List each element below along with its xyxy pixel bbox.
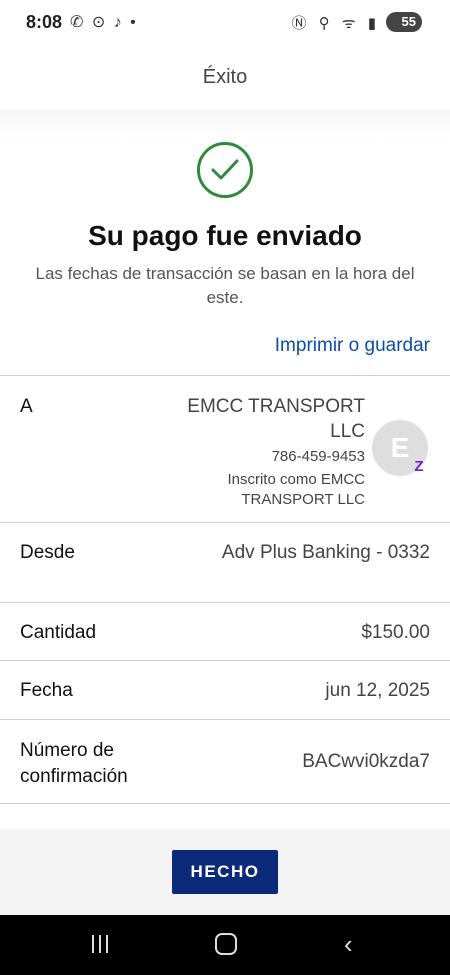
zelle-icon: Z [414,458,424,475]
status-bar: 8:08 ✆ ⊙ ♪ • Ⓝ ⚲ ᯤ ▮ 55 [0,0,450,44]
date-value: jun 12, 2025 [325,680,430,701]
success-headline: Su pago fue enviado [88,220,362,251]
payee-name: EMCC TRANSPORT LLC [187,396,365,442]
confirmation-number: BACwvi0kzda7 [302,751,430,772]
done-button[interactable]: HECHO [172,850,278,894]
page-title: Éxito [202,66,248,88]
amount-value: $150.00 [361,622,430,643]
divider [0,803,450,804]
print-or-save-link[interactable]: Imprimir o guardar [275,335,430,357]
divider [0,602,450,603]
home-icon[interactable] [215,933,237,955]
payee-enrolled-name: Inscrito como EMCC TRANSPORT LLC [227,471,365,508]
success-check-icon [197,142,253,198]
to-label: A [20,396,33,417]
from-label: Desde [20,542,75,563]
system-nav-bar: ‹ [0,915,450,975]
divider [0,660,450,661]
back-icon[interactable]: ‹ [344,929,353,960]
footer: HECHO [0,830,450,915]
recent-apps-icon[interactable] [90,935,110,953]
divider [0,719,450,720]
divider [0,522,450,523]
app-header: Éxito [0,44,450,110]
confirmation-label: Número de confirmación [20,740,128,787]
from-account-value: Adv Plus Banking - 0332 [221,542,430,563]
amount-label: Cantidad [20,622,97,643]
status-time: 8:08 [26,12,63,32]
confirmation-content: Su pago fue enviado Las fechas de transa… [0,110,450,830]
divider [0,375,450,376]
timezone-note: Las fechas de transacción se basan en la… [35,264,415,307]
notification-icons: ✆ ⊙ ♪ • [70,14,138,31]
battery-icon: 55 [386,12,422,32]
payee-phone: 786-459-9453 [271,448,365,465]
system-status-icons: Ⓝ ⚲ ᯤ ▮ [291,15,380,32]
date-label: Fecha [20,680,73,701]
